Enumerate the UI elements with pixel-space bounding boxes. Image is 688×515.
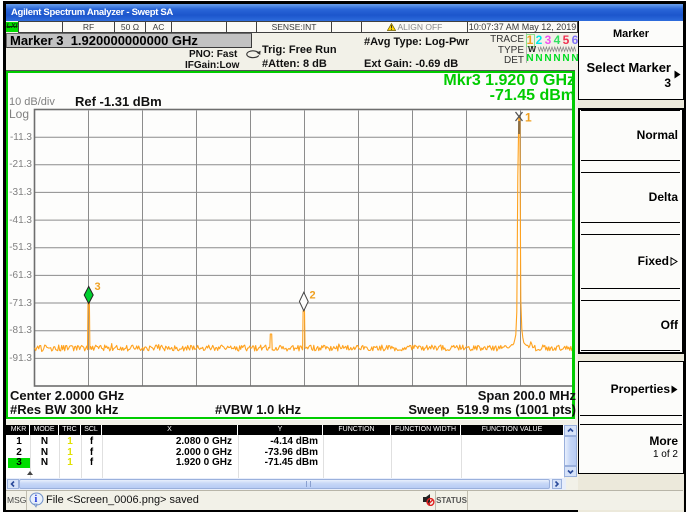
svg-text:W: W <box>528 45 537 53</box>
svg-text:2: 2 <box>310 290 316 302</box>
svg-text:3: 3 <box>95 281 101 293</box>
svg-text:1: 1 <box>525 111 532 125</box>
svg-text:i: i <box>35 494 38 505</box>
